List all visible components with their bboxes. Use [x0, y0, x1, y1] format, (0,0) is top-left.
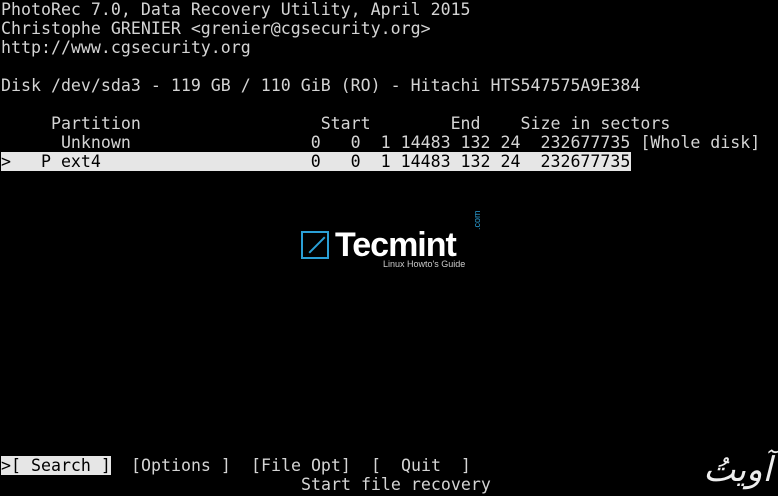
tecmint-watermark: Tecmint .com Linux Howto's Guide: [301, 210, 482, 269]
app-title-line: PhotoRec 7.0, Data Recovery Utility, Apr…: [1, 0, 471, 19]
website-line: http://www.cgsecurity.org: [1, 38, 251, 57]
status-hint: Start file recovery: [301, 475, 491, 494]
disk-info-line: Disk /dev/sda3 - 119 GB / 110 GiB (RO) -…: [1, 76, 641, 95]
partition-row-whole-disk[interactable]: Unknown 0 0 1 14483 132 24 232677735 [Wh…: [1, 133, 760, 152]
quit-button[interactable]: [ Quit ]: [371, 456, 471, 475]
tecmint-logo-icon: [301, 231, 329, 259]
partition-row-ext4-selected[interactable]: > P ext4 0 0 1 14483 132 24 232677735: [1, 152, 631, 171]
watermark-tagline: Linux Howto's Guide: [383, 259, 466, 269]
partition-table-header: Partition Start End Size in sectors: [1, 114, 671, 133]
author-line: Christophe GRENIER <grenier@cgsecurity.o…: [1, 19, 431, 38]
search-button[interactable]: >[ Search ]: [1, 456, 111, 475]
options-button[interactable]: [Options ]: [131, 456, 231, 475]
watermark-brand: Tecmint: [335, 226, 457, 264]
watermark-domain: .com: [472, 210, 482, 230]
corner-logo: آویتُ: [703, 450, 772, 490]
file-opt-button[interactable]: [File Opt]: [251, 456, 351, 475]
